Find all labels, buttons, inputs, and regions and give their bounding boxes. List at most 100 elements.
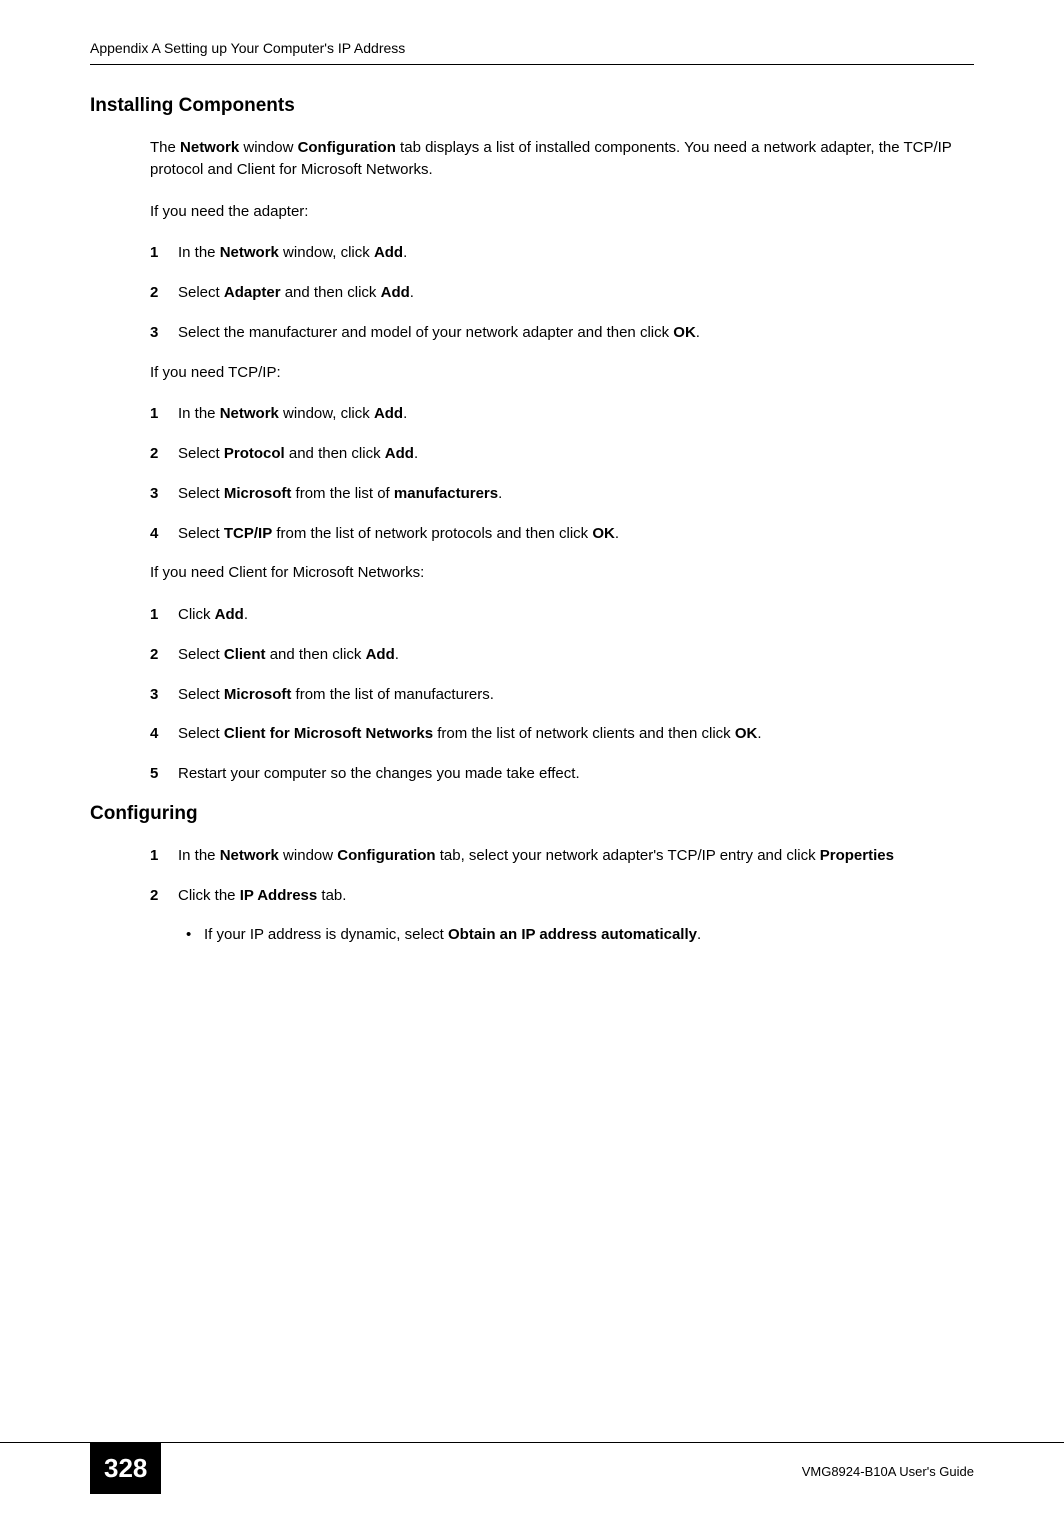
step-content: Click the IP Address tab. [178, 885, 974, 907]
page-footer: 328 VMG8924-B10A User's Guide [0, 1442, 1064, 1494]
text: . [403, 405, 407, 422]
text-bold: Client for Microsoft Networks [224, 725, 433, 742]
text: Restart your computer so the changes you… [178, 765, 580, 782]
step-number: 3 [150, 322, 178, 344]
text-bold: Adapter [224, 284, 281, 301]
step-content: Restart your computer so the changes you… [178, 763, 974, 785]
page-number: 328 [90, 1443, 161, 1494]
text: Select [178, 686, 224, 703]
text: window, click [279, 244, 374, 261]
sub-bullet: • If your IP address is dynamic, select … [186, 924, 974, 946]
text-bold: OK [592, 525, 615, 542]
installing-heading: Installing Components [90, 95, 974, 117]
list-item: 2 Click the IP Address tab. [150, 885, 974, 907]
text: . [696, 324, 700, 341]
text: Click the [178, 887, 240, 904]
text-bold: Add [381, 284, 410, 301]
step-number: 4 [150, 723, 178, 745]
text-bold: TCP/IP [224, 525, 272, 542]
text-bold: Add [215, 606, 244, 623]
step-number: 3 [150, 684, 178, 706]
text-bold: Add [374, 244, 403, 261]
text: . [615, 525, 619, 542]
text-bold: Configuration [298, 139, 396, 156]
list-item: 5 Restart your computer so the changes y… [150, 763, 974, 785]
text-bold: Client [224, 646, 266, 663]
text: In the [178, 405, 220, 422]
step-content: Select Adapter and then click Add. [178, 282, 974, 304]
list-item: 1 In the Network window, click Add. [150, 403, 974, 425]
adapter-steps-list: 1 In the Network window, click Add. 2 Se… [150, 242, 974, 383]
text-bold: Network [220, 847, 279, 864]
text: . [395, 646, 399, 663]
configuring-heading: Configuring [90, 803, 974, 825]
client-steps-list: 1 Click Add. 2 Select Client and then cl… [150, 604, 974, 785]
list-item: 2 Select Protocol and then click Add. [150, 443, 974, 465]
text: window [239, 139, 297, 156]
text: from the list of network clients and the… [433, 725, 735, 742]
list-item: 4 Select Client for Microsoft Networks f… [150, 723, 974, 745]
step-content: In the Network window, click Add. [178, 242, 974, 264]
step-number: 3 [150, 483, 178, 505]
step-content: Select Client for Microsoft Networks fro… [178, 723, 974, 745]
step-content: In the Network window Configuration tab,… [178, 845, 974, 867]
step-content: Select Protocol and then click Add. [178, 443, 974, 465]
text: Select [178, 445, 224, 462]
text: from the list of [291, 485, 394, 502]
text: Select [178, 284, 224, 301]
text-bold: Add [374, 405, 403, 422]
text: . [757, 725, 761, 742]
installing-intro: The Network window Configuration tab dis… [150, 137, 974, 181]
list-item: 3 Select Microsoft from the list of manu… [150, 483, 974, 505]
need-adapter-text: If you need the adapter: [150, 201, 974, 223]
list-item: 4 Select TCP/IP from the list of network… [150, 523, 974, 545]
text: tab. [317, 887, 346, 904]
text: Select [178, 525, 224, 542]
list-item: 3 Select the manufacturer and model of y… [150, 322, 974, 344]
step-number: 1 [150, 845, 178, 867]
footer-guide-text: VMG8924-B10A User's Guide [802, 1464, 974, 1479]
text: . [697, 926, 701, 943]
list-item: 1 In the Network window, click Add. [150, 242, 974, 264]
configuring-steps-list: 1 In the Network window Configuration ta… [150, 845, 974, 946]
text: from the list of manufacturers. [291, 686, 494, 703]
text: tab, select your network adapter's TCP/I… [436, 847, 820, 864]
text: and then click [266, 646, 366, 663]
tcpip-steps-list: 1 In the Network window, click Add. 2 Se… [150, 403, 974, 584]
text: window [279, 847, 337, 864]
list-item: 3 Select Microsoft from the list of manu… [150, 684, 974, 706]
step-content: Select Microsoft from the list of manufa… [178, 483, 974, 505]
step-number: 2 [150, 644, 178, 666]
text: Select [178, 485, 224, 502]
text-bold: Microsoft [224, 686, 292, 703]
step-content: In the Network window, click Add. [178, 403, 974, 425]
step-content: Select the manufacturer and model of you… [178, 322, 974, 344]
step-number: 4 [150, 523, 178, 545]
text-bold: Properties [820, 847, 894, 864]
step-number: 2 [150, 885, 178, 907]
text: Select the manufacturer and model of you… [178, 324, 673, 341]
step-number: 2 [150, 443, 178, 465]
header-title: Appendix A Setting up Your Computer's IP… [90, 40, 974, 65]
text-bold: IP Address [240, 887, 318, 904]
list-item: 1 Click Add. [150, 604, 974, 626]
bullet-content: If your IP address is dynamic, select Ob… [204, 924, 701, 946]
text: window, click [279, 405, 374, 422]
bullet-dot: • [186, 924, 204, 946]
text: In the [178, 244, 220, 261]
text-bold: OK [735, 725, 758, 742]
text: . [410, 284, 414, 301]
need-client-text: If you need Client for Microsoft Network… [150, 562, 974, 584]
text-bold: Configuration [337, 847, 435, 864]
list-item: 2 Select Client and then click Add. [150, 644, 974, 666]
text-bold: Network [180, 139, 239, 156]
need-tcpip-text: If you need TCP/IP: [150, 362, 974, 384]
text-bold: Network [220, 405, 279, 422]
text: In the [178, 847, 220, 864]
text-bold: Obtain an IP address automatically [448, 926, 697, 943]
list-item: 2 Select Adapter and then click Add. [150, 282, 974, 304]
text: and then click [281, 284, 381, 301]
step-content: Click Add. [178, 604, 974, 626]
step-number: 1 [150, 604, 178, 626]
text: If your IP address is dynamic, select [204, 926, 448, 943]
